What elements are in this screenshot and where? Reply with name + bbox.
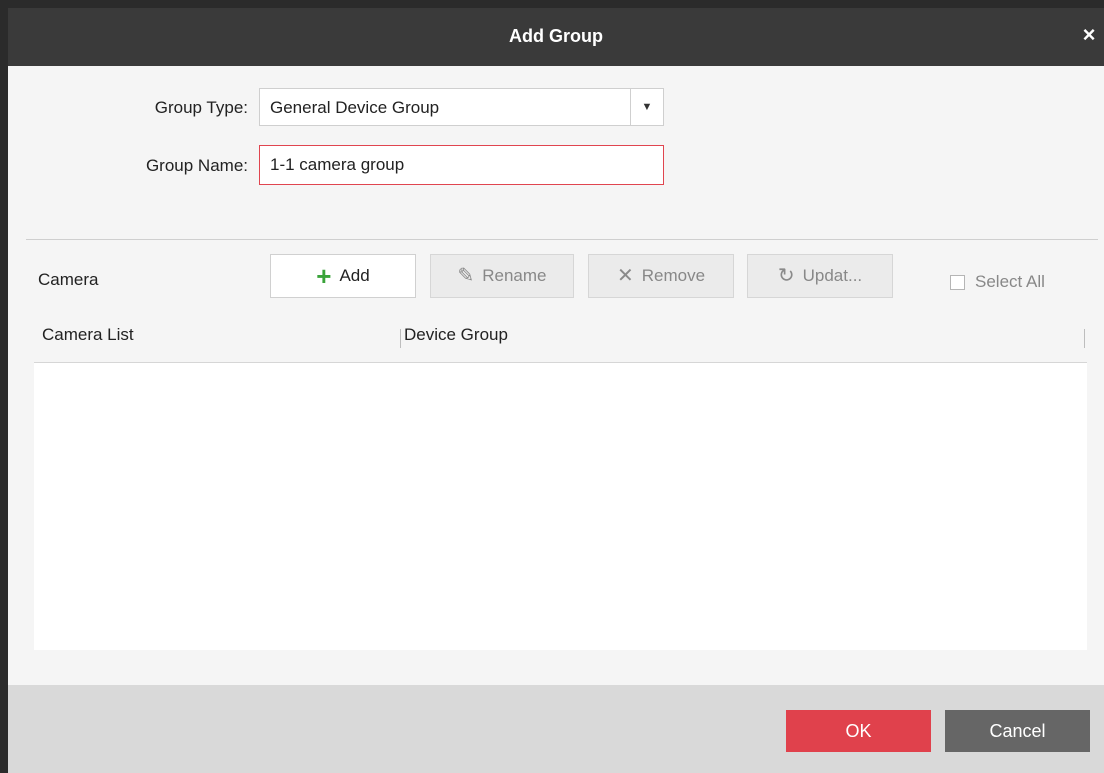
add-group-dialog: Add Group × Group Type: General Device G… bbox=[8, 8, 1104, 773]
group-name-label: Group Name: bbox=[145, 156, 248, 175]
section-divider bbox=[26, 239, 1098, 240]
column-header-camera-list[interactable]: Camera List bbox=[42, 325, 134, 345]
x-icon: ✕ bbox=[616, 265, 634, 287]
add-camera-button[interactable]: + Add bbox=[270, 254, 416, 298]
rename-button[interactable]: ✎ Rename bbox=[430, 254, 574, 298]
camera-table: Camera List Device Group bbox=[34, 313, 1087, 650]
column-divider[interactable] bbox=[1084, 329, 1085, 348]
update-button[interactable]: ↻ Updat... bbox=[747, 254, 893, 298]
camera-section-label: Camera bbox=[38, 270, 99, 289]
plus-icon: + bbox=[316, 261, 332, 291]
group-type-label: Group Type: bbox=[154, 98, 248, 117]
table-header: Camera List Device Group bbox=[34, 313, 1087, 363]
dialog-title: Add Group bbox=[509, 26, 603, 46]
remove-button-label: Remove bbox=[641, 266, 706, 285]
group-name-input[interactable] bbox=[259, 145, 664, 185]
dialog-footer: OK Cancel bbox=[8, 685, 1104, 773]
refresh-icon: ↻ bbox=[777, 265, 795, 287]
chevron-down-icon[interactable]: ▼ bbox=[630, 89, 663, 125]
column-header-device-group[interactable]: Device Group bbox=[404, 325, 508, 345]
group-type-select[interactable]: General Device Group ▼ bbox=[259, 88, 664, 126]
close-icon[interactable]: × bbox=[1078, 23, 1100, 47]
rename-button-label: Rename bbox=[482, 266, 547, 285]
dialog-titlebar: Add Group × bbox=[8, 8, 1104, 66]
update-button-label: Updat... bbox=[802, 266, 863, 285]
cancel-button[interactable]: Cancel bbox=[945, 710, 1090, 752]
checkbox-icon[interactable] bbox=[950, 274, 965, 290]
pencil-icon: ✎ bbox=[457, 265, 475, 287]
select-all-label: Select All bbox=[975, 272, 1045, 291]
remove-button[interactable]: ✕ Remove bbox=[588, 254, 734, 298]
select-all-checkbox[interactable]: Select All bbox=[950, 272, 1045, 292]
column-divider[interactable] bbox=[400, 329, 401, 348]
group-type-value: General Device Group bbox=[270, 98, 440, 117]
ok-button[interactable]: OK bbox=[786, 710, 931, 752]
add-button-label: Add bbox=[339, 266, 370, 285]
